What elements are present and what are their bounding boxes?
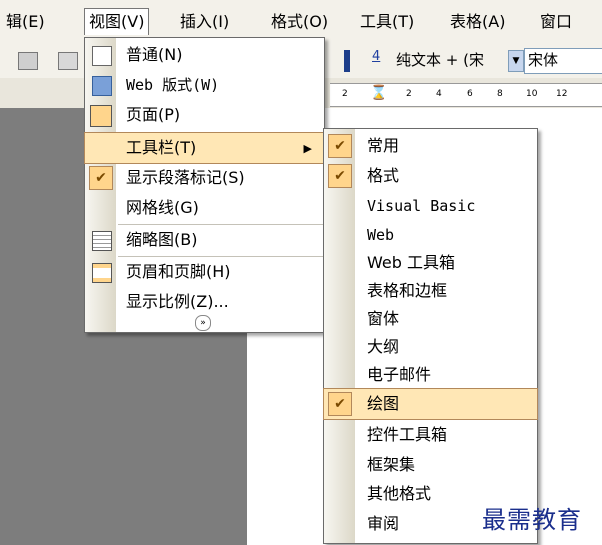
menu-window[interactable]: 窗口 (536, 9, 576, 35)
view-menu-item-web-layout[interactable]: Web 版式(W) (85, 70, 324, 100)
view-menu-item-zoom[interactable]: 显示比例(Z)... (85, 287, 324, 317)
toolbar-item-drawing[interactable]: ✔ 绘图 (323, 388, 538, 420)
ruler-tick: 12 (556, 89, 568, 99)
web-layout-icon (92, 76, 112, 96)
menu-item-label: 普通(N) (126, 45, 183, 64)
thumbnails-icon (92, 231, 112, 251)
toolbar-item-standard[interactable]: ✔ 常用 (324, 131, 537, 161)
header-footer-icon (92, 263, 112, 283)
menu-table[interactable]: 表格(A) (446, 9, 509, 35)
view-menu-item-gridlines[interactable]: 网格线(G) (85, 193, 324, 223)
menu-item-label: Web 版式(W) (126, 76, 220, 94)
view-menu-item-thumbnails[interactable]: 缩略图(B) (85, 225, 324, 255)
ruler-tick: 2 (406, 89, 412, 99)
menu-item-label: 网格线(G) (126, 198, 199, 217)
view-menu-item-page[interactable]: 页面(P) (85, 100, 324, 130)
menu-item-label: 常用 (367, 136, 400, 155)
toolbar-item-outlining[interactable]: 大纲 (324, 332, 537, 362)
toolbar-item-email[interactable]: 电子邮件 (324, 360, 537, 390)
ruler-tick: 6 (467, 89, 473, 99)
toolbar-item-formatting[interactable]: ✔ 格式 (324, 161, 537, 191)
indent-marker-icon[interactable]: ⌛ (370, 85, 387, 101)
checkmark-icon: ✔ (328, 134, 352, 158)
view-menu-item-toolbars[interactable]: 工具栏(T) ▶ (84, 132, 325, 164)
view-menu: 普通(N) Web 版式(W) 页面(P) 工具栏(T) ▶ ✔ 显示段落标记(… (84, 37, 325, 333)
print-preview-icon[interactable] (18, 52, 38, 70)
watermark-logo: 最需教育 (482, 506, 582, 534)
menu-item-label: 绘图 (367, 394, 400, 413)
menu-item-label: 缩略图(B) (126, 230, 198, 249)
checkmark-icon: ✔ (89, 166, 113, 190)
menu-view[interactable]: 视图(V) (84, 8, 150, 35)
toolbar-grip[interactable] (344, 50, 350, 72)
style-dropdown-icon[interactable]: ▼ (508, 50, 524, 72)
ruler-tick: 8 (497, 89, 503, 99)
menu-item-label: 页面(P) (126, 105, 181, 124)
menu-insert[interactable]: 插入(I) (176, 9, 233, 35)
view-menu-item-header-footer[interactable]: 页眉和页脚(H) (85, 257, 324, 287)
menu-edit[interactable]: 辑(E) (2, 9, 49, 35)
view-menu-item-normal[interactable]: 普通(N) (85, 40, 324, 70)
menu-format[interactable]: 格式(O) (267, 9, 332, 35)
menu-item-label: Web (367, 226, 395, 244)
menu-item-label: 窗体 (367, 309, 400, 328)
ruler-tick: 2 (342, 89, 348, 99)
menu-item-label: 电子邮件 (367, 365, 432, 384)
view-menu-item-paragraph-marks[interactable]: ✔ 显示段落标记(S) (85, 163, 324, 193)
toolbar-item-visual-basic[interactable]: Visual Basic (324, 191, 537, 221)
toolbar-item-web[interactable]: Web (324, 220, 537, 250)
normal-view-icon (92, 46, 112, 66)
menu-item-label: Visual Basic (367, 197, 476, 215)
menu-item-label: 审阅 (367, 514, 400, 533)
print-icon[interactable] (58, 52, 78, 70)
menu-tools[interactable]: 工具(T) (356, 9, 418, 35)
font-dropdown[interactable]: 宋体 (524, 48, 602, 74)
menu-item-label: 显示比例(Z)... (126, 292, 229, 311)
toolbar-item-forms[interactable]: 窗体 (324, 304, 537, 334)
ruler-tick: 10 (526, 89, 538, 99)
toolbar-item-tables-borders[interactable]: 表格和边框 (324, 276, 537, 306)
expand-menu-icon[interactable]: » (195, 315, 211, 331)
menu-item-label: 框架集 (367, 455, 416, 474)
checkmark-icon: ✔ (328, 392, 352, 416)
toolbar-item-control-toolbox[interactable]: 控件工具箱 (324, 420, 537, 450)
submenu-arrow-icon: ▶ (303, 142, 312, 155)
menu-item-label: 控件工具箱 (367, 425, 448, 444)
toolbar-item-frames[interactable]: 框架集 (324, 450, 537, 480)
menu-item-label: 页眉和页脚(H) (126, 262, 231, 281)
menu-item-label: Web 工具箱 (367, 253, 455, 272)
checkmark-icon: ✔ (328, 164, 352, 188)
page-layout-icon (90, 105, 112, 127)
menu-item-label: 其他格式 (367, 484, 432, 503)
menu-item-label: 大纲 (367, 337, 400, 356)
menu-item-label: 格式 (367, 166, 400, 185)
menu-item-label: 表格和边框 (367, 281, 448, 300)
horizontal-ruler[interactable]: 2 ⌛ 2 4 6 8 10 12 (330, 83, 602, 107)
ruler-tick: 4 (436, 89, 442, 99)
menu-item-label: 工具栏(T) (126, 138, 197, 157)
style-icon[interactable]: 4 (372, 49, 380, 64)
menu-item-label: 显示段落标记(S) (126, 168, 245, 187)
style-value[interactable]: 纯文本 + (宋 (396, 48, 484, 72)
toolbars-submenu: ✔ 常用 ✔ 格式 Visual Basic Web Web 工具箱 表格和边框… (323, 128, 538, 544)
toolbar-item-web-tools[interactable]: Web 工具箱 (324, 248, 537, 278)
